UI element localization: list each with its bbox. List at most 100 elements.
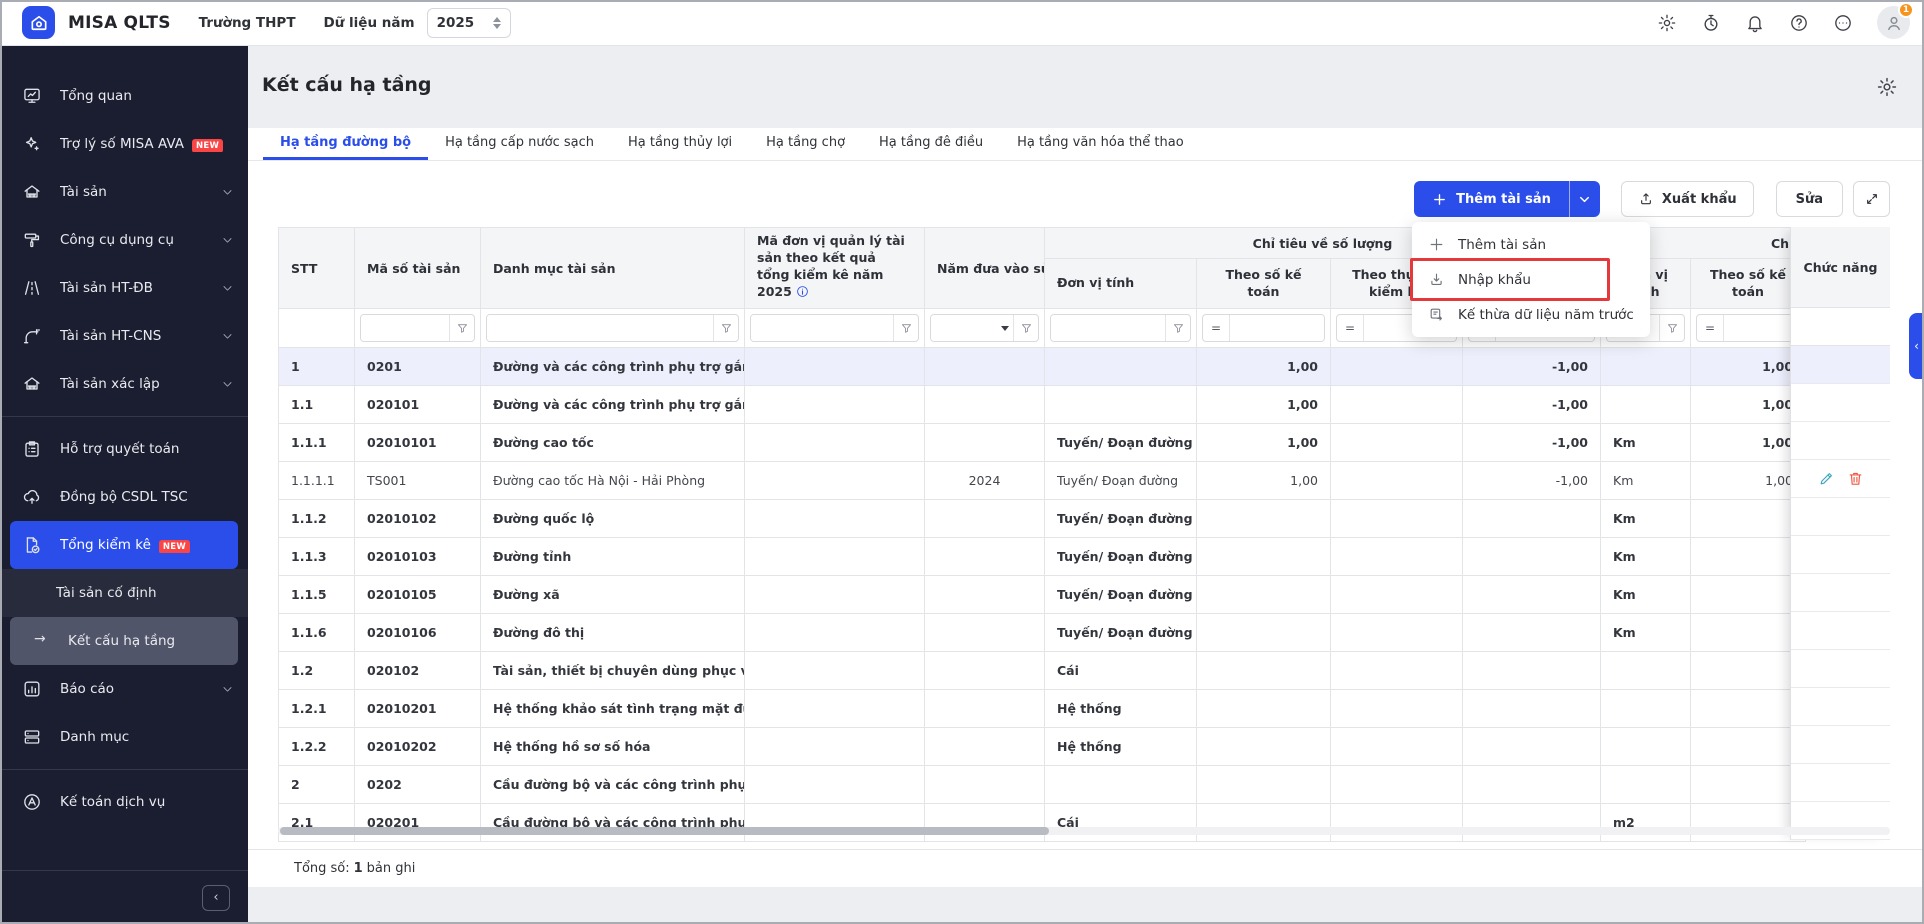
info-icon[interactable] <box>796 285 809 303</box>
cell-11-9 <box>1601 766 1691 804</box>
sidebar-item-4[interactable]: Tài sản HT-ĐB <box>0 264 248 312</box>
sidebar-item-5[interactable]: Tài sản HT-CNS <box>0 312 248 360</box>
tab-1[interactable]: Hạ tầng cấp nước sạch <box>428 128 611 160</box>
tab-5[interactable]: Hạ tầng văn hóa thể thao <box>1000 128 1201 160</box>
tab-0[interactable]: Hạ tầng đường bộ <box>263 128 428 160</box>
year-stepper-icon[interactable] <box>493 17 501 29</box>
org-name[interactable]: Trường THPT <box>199 15 296 31</box>
filter-funnel-icon[interactable] <box>450 322 474 335</box>
tab-3[interactable]: Hạ tầng chợ <box>749 128 862 160</box>
side-panel-toggle[interactable]: ‹ <box>1909 313 1924 379</box>
sidebar-item-6[interactable]: Tài sản xác lập <box>0 360 248 408</box>
chevron-down-icon <box>221 330 234 343</box>
settings-icon[interactable] <box>1657 13 1677 33</box>
table-row[interactable]: 1.1.302010103Đường tỉnhTuyến/ Đoạn đường… <box>279 538 1806 576</box>
notifications-bell-icon[interactable] <box>1745 13 1765 33</box>
edit-pencil-icon[interactable] <box>1818 470 1835 487</box>
chevron-down-icon <box>221 186 234 199</box>
cell-4-8 <box>1463 500 1601 538</box>
cell-4-2: Đường quốc lộ <box>481 500 745 538</box>
cell-6-2: Đường xã <box>481 576 745 614</box>
reminder-clock-icon[interactable] <box>1701 13 1721 33</box>
add-asset-button[interactable]: Thêm tài sản <box>1414 192 1569 207</box>
help-icon[interactable] <box>1789 13 1809 33</box>
sidebar-item-2[interactable]: Tài sản <box>0 168 248 216</box>
tab-2[interactable]: Hạ tầng thủy lợi <box>611 128 749 160</box>
menu-item-0[interactable]: Thêm tài sản <box>1412 227 1650 262</box>
equals-operator[interactable]: = <box>1203 321 1229 335</box>
sidebar-item-1[interactable]: Trợ lý số MISA AVANEW <box>0 120 248 168</box>
menu-item-2[interactable]: Kế thừa dữ liệu năm trước <box>1412 297 1650 332</box>
table-row[interactable]: 20202Cầu đường bộ và các công trình phụ … <box>279 766 1806 804</box>
sidebar-subitem-11[interactable]: →Kết cấu hạ tầng <box>10 617 238 665</box>
menu-item-1[interactable]: Nhập khẩu <box>1412 262 1650 297</box>
cell-11-1: 0202 <box>355 766 481 804</box>
sidebar-item-14[interactable]: Kế toán dịch vụ <box>0 778 248 826</box>
filter-input[interactable] <box>931 315 997 341</box>
filter-funnel-icon[interactable] <box>714 322 738 335</box>
filter-input[interactable] <box>1051 315 1165 341</box>
delete-trash-icon[interactable] <box>1847 470 1864 487</box>
filter-funnel-icon[interactable] <box>1660 322 1684 335</box>
filter-funnel-icon[interactable] <box>894 322 918 335</box>
table-row[interactable]: 1.1020101Đường và các công trình phụ trợ… <box>279 386 1806 424</box>
sidebar-item-13[interactable]: Danh mục <box>0 713 248 761</box>
table-row[interactable]: 1.1.102010101Đường cao tốcTuyến/ Đoạn đư… <box>279 424 1806 462</box>
cell-9-0: 1.2.1 <box>279 690 355 728</box>
cell-7-10 <box>1691 614 1806 652</box>
export-button[interactable]: Xuất khẩu <box>1621 181 1754 217</box>
cell-1-0: 1.1 <box>279 386 355 424</box>
cell-9-2: Hệ thống khảo sát tình trạng mặt đườ... <box>481 690 745 728</box>
horizontal-scrollbar[interactable] <box>278 827 1890 835</box>
filter-cell-4 <box>925 309 1045 348</box>
sidebar-item-12[interactable]: Báo cáo <box>0 665 248 713</box>
edit-button[interactable]: Sửa <box>1776 181 1843 217</box>
sidebar-item-8[interactable]: Đồng bộ CSDL TSC <box>0 473 248 521</box>
table-settings-gear-icon[interactable] <box>1876 76 1898 98</box>
table-row[interactable]: 1.2020102Tài sản, thiết bị chuyên dùng p… <box>279 652 1806 690</box>
filter-funnel-icon[interactable] <box>1014 322 1038 335</box>
filter-input[interactable] <box>751 315 893 341</box>
filter-funnel-icon[interactable] <box>1166 322 1190 335</box>
asset-house-icon <box>22 182 42 202</box>
table-row[interactable]: 1.1.502010105Đường xãTuyến/ Đoạn đườngKm <box>279 576 1806 614</box>
caret-down-icon[interactable] <box>1001 326 1009 331</box>
filter-input[interactable] <box>1724 315 1799 341</box>
table-row[interactable]: 1.1.202010102Đường quốc lộTuyến/ Đoạn đư… <box>279 500 1806 538</box>
sidebar-collapse-button[interactable]: ‹ <box>202 885 230 911</box>
sidebar-item-label: Đồng bộ CSDL TSC <box>60 489 234 505</box>
table-row[interactable]: 10201Đường và các công trình phụ trợ gắn… <box>279 348 1806 386</box>
filter-cell-3 <box>745 309 925 348</box>
equals-operator[interactable]: = <box>1697 321 1723 335</box>
filter-input[interactable] <box>487 315 713 341</box>
table-row[interactable]: 1.2.102010201Hệ thống khảo sát tình trạn… <box>279 690 1806 728</box>
sidebar-item-3[interactable]: Công cụ dụng cụ <box>0 216 248 264</box>
table-row[interactable]: 1.1.1.1TS001Đường cao tốc Hà Nội - Hải P… <box>279 462 1806 500</box>
more-options-icon[interactable] <box>1833 13 1853 33</box>
table-row[interactable]: 1.1.602010106Đường đô thịTuyến/ Đoạn đườ… <box>279 614 1806 652</box>
user-avatar[interactable]: 1 <box>1877 6 1910 39</box>
cell-0-8: -1,00 <box>1463 348 1601 386</box>
filter-input[interactable] <box>361 315 449 341</box>
cell-1-3 <box>745 386 925 424</box>
table-row[interactable]: 2.1020201Cầu đường bộ và các công trình … <box>279 804 1806 842</box>
sidebar-item-7[interactable]: Hỗ trợ quyết toán <box>0 425 248 473</box>
equals-operator[interactable]: = <box>1337 321 1363 335</box>
filter-input[interactable] <box>1230 315 1324 341</box>
year-select[interactable]: 2025 <box>427 8 511 38</box>
cell-11-4 <box>925 766 1045 804</box>
tab-4[interactable]: Hạ tầng đê điều <box>862 128 1000 160</box>
sidebar-item-0[interactable]: Tổng quan <box>0 72 248 120</box>
cell-3-6: 1,00 <box>1197 462 1331 500</box>
cell-8-10 <box>1691 652 1806 690</box>
sidebar-item-9[interactable]: Tổng kiểm kêNEW <box>10 521 238 569</box>
expand-button[interactable] <box>1853 181 1890 217</box>
misa-logo-icon[interactable] <box>22 6 55 39</box>
table-row[interactable]: 1.2.202010202Hệ thống hồ sơ số hóaHệ thố… <box>279 728 1806 766</box>
col-header-0: STT <box>279 228 355 309</box>
scrollbar-thumb[interactable] <box>280 827 1049 835</box>
sidebar-subitem-10[interactable]: Tài sản cố định <box>0 569 248 617</box>
add-asset-dropdown-button[interactable] <box>1570 192 1600 207</box>
cell-0-2: Đường và các công trình phụ trợ gắn l... <box>481 348 745 386</box>
cell-1-6: 1,00 <box>1197 386 1331 424</box>
